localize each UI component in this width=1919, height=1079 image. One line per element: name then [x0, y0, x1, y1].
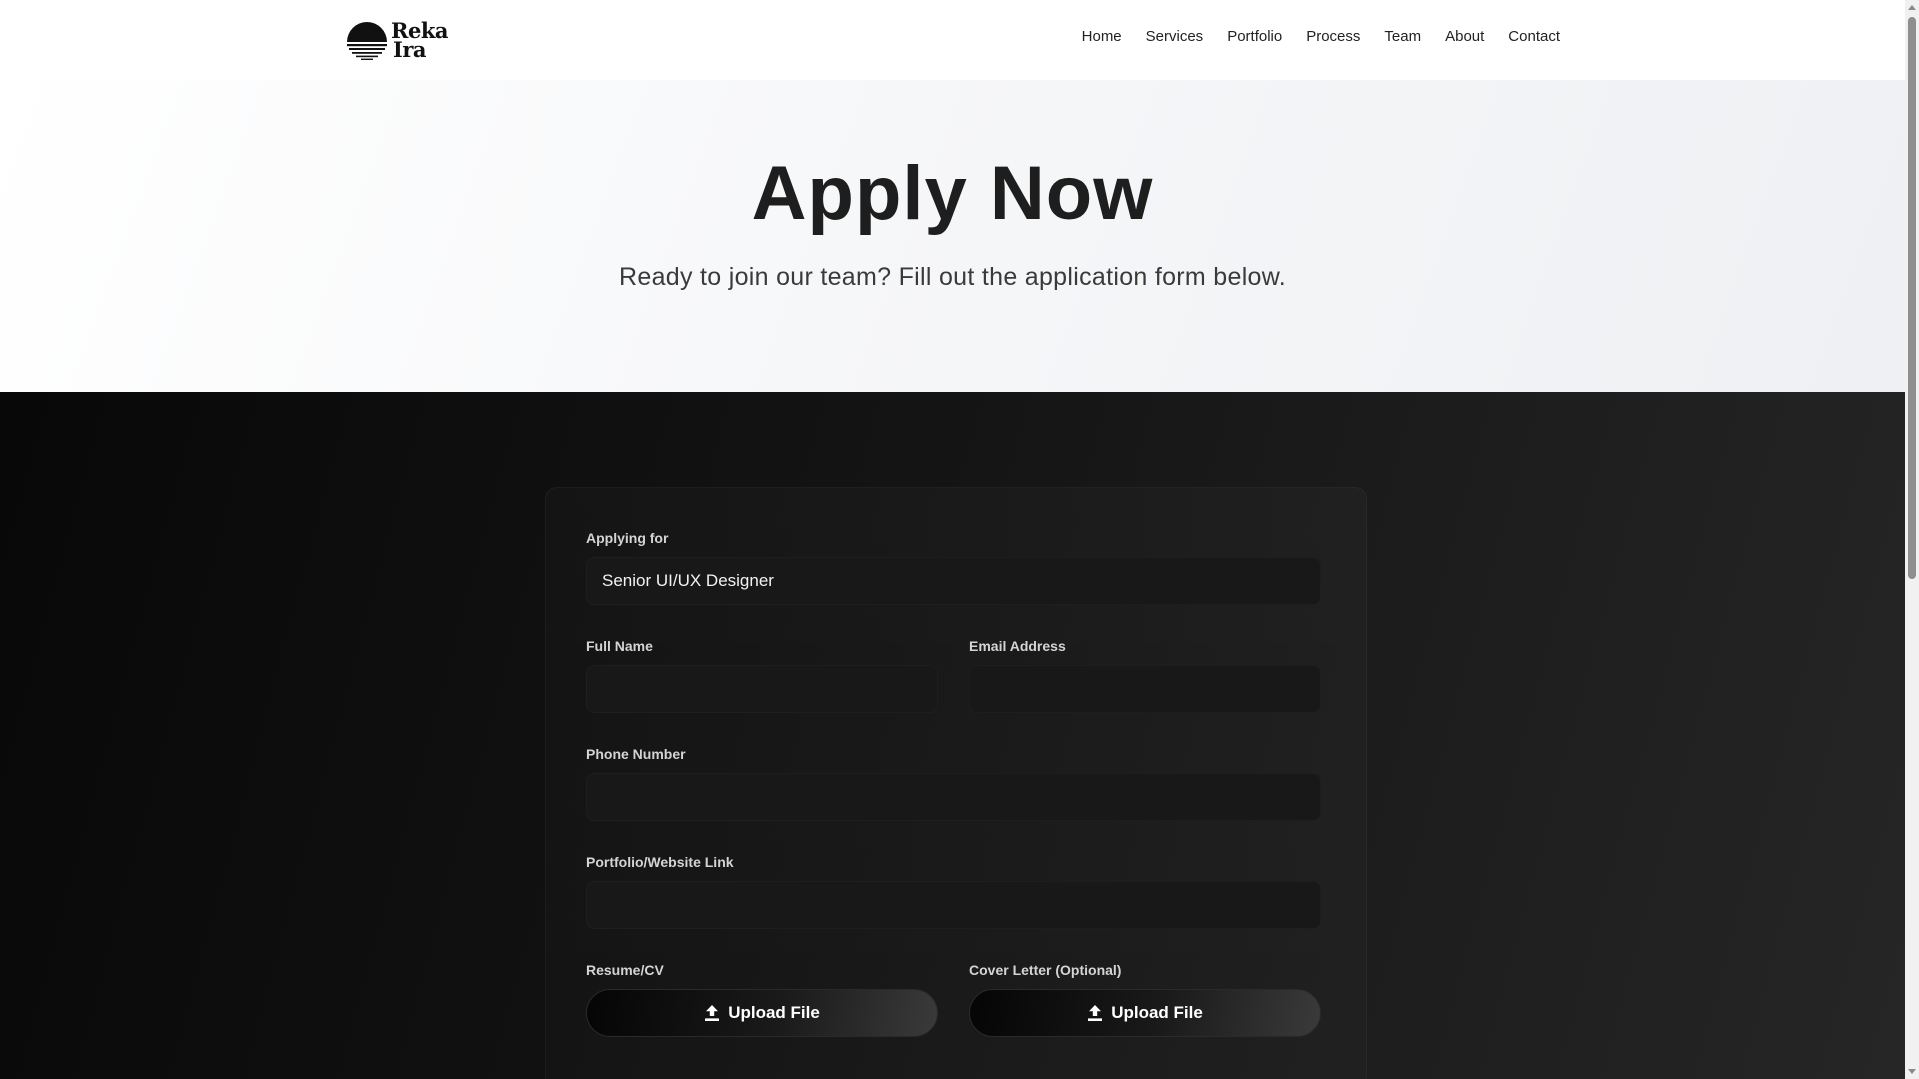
nav-process[interactable]: Process — [1306, 28, 1360, 45]
applying-for-group: Applying for — [586, 530, 1321, 605]
page: Reka Ira Home Services Portfolio Process… — [0, 0, 1919, 1079]
nav-services[interactable]: Services — [1146, 28, 1204, 45]
full-name-group: Full Name — [586, 638, 938, 713]
scroll-up-icon[interactable] — [1908, 5, 1916, 10]
cover-letter-label: Cover Letter (Optional) — [969, 962, 1122, 978]
nav-about[interactable]: About — [1445, 28, 1484, 45]
upload-icon — [1088, 1005, 1103, 1021]
cover-letter-upload-label: Upload File — [1111, 1003, 1203, 1022]
application-section: Applying for Full Name Email Address Pho… — [0, 392, 1905, 1079]
resume-upload-button[interactable]: Upload File — [586, 989, 938, 1037]
brand-logo[interactable]: Reka Ira — [345, 16, 448, 64]
page-title: Apply Now — [751, 151, 1154, 236]
portfolio-group: Portfolio/Website Link — [586, 854, 1321, 929]
scroll-thumb[interactable] — [1908, 17, 1916, 579]
nav-home[interactable]: Home — [1082, 28, 1122, 45]
page-subtitle: Ready to join our team? Fill out the app… — [619, 263, 1286, 291]
hero-section: Apply Now Ready to join our team? Fill o… — [0, 80, 1905, 392]
brand-name-line2: Ira — [393, 37, 426, 62]
phone-label: Phone Number — [586, 746, 686, 762]
application-form: Applying for Full Name Email Address Pho… — [545, 487, 1367, 1079]
cover-letter-group: Cover Letter (Optional) Upload File — [969, 962, 1321, 1037]
upload-icon — [705, 1005, 720, 1021]
phone-group: Phone Number — [586, 746, 1321, 821]
resume-label: Resume/CV — [586, 962, 664, 978]
full-name-input[interactable] — [586, 665, 938, 713]
email-input[interactable] — [969, 665, 1321, 713]
page-scrollbar[interactable] — [1905, 0, 1919, 1079]
portfolio-input[interactable] — [586, 881, 1321, 929]
resume-upload-label: Upload File — [728, 1003, 820, 1022]
applying-for-input[interactable] — [586, 557, 1321, 605]
main-nav: Home Services Portfolio Process Team Abo… — [1082, 28, 1560, 45]
applying-for-label: Applying for — [586, 530, 669, 546]
nav-team[interactable]: Team — [1384, 28, 1421, 45]
site-header: Reka Ira Home Services Portfolio Process… — [0, 0, 1905, 80]
cover-letter-upload-button[interactable]: Upload File — [969, 989, 1321, 1037]
phone-input[interactable] — [586, 773, 1321, 821]
brand-name: Reka Ira — [391, 20, 448, 62]
full-name-label: Full Name — [586, 638, 653, 654]
portfolio-label: Portfolio/Website Link — [586, 854, 734, 870]
email-group: Email Address — [969, 638, 1321, 713]
nav-contact[interactable]: Contact — [1508, 28, 1560, 45]
nav-portfolio[interactable]: Portfolio — [1227, 28, 1282, 45]
resume-group: Resume/CV Upload File — [586, 962, 938, 1037]
email-label: Email Address — [969, 638, 1066, 654]
scroll-down-icon[interactable] — [1908, 1069, 1916, 1074]
sunset-logo-icon — [347, 22, 387, 60]
